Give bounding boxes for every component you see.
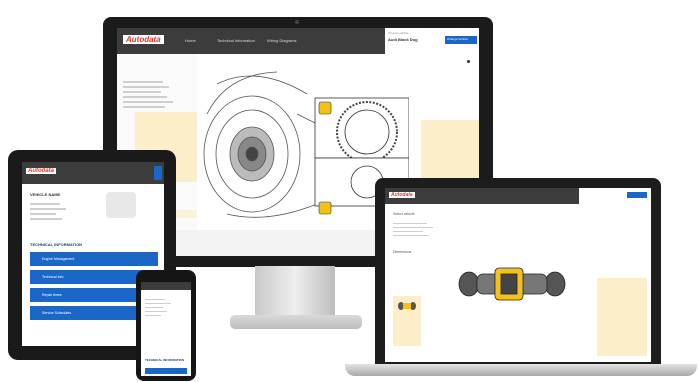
sidebar-item[interactable]: [123, 106, 165, 108]
laptop-screen: Autodata Select vehicle Dimensions: [385, 188, 651, 362]
tablet-info-line: [30, 213, 56, 215]
tablet-info-line: [30, 208, 66, 210]
menu-item-label: Technical Info: [42, 275, 64, 279]
desktop-topbar: Autodata Home Technical Information Wiri…: [117, 28, 479, 54]
menu-item-label: Repair times: [42, 293, 62, 297]
tablet-topbar: Autodata: [22, 162, 164, 184]
laptop-info-line: [393, 231, 423, 232]
laptop-info-line: [393, 227, 433, 228]
tablet-logo[interactable]: Autodata: [26, 168, 56, 174]
phone-screen: TECHNICAL INFORMATION: [141, 282, 191, 376]
desktop-vehicle-box: Choose vehicle Audi Black Dog Change Veh…: [385, 28, 479, 54]
tablet-section-title: TECHNICAL INFORMATION: [30, 242, 83, 247]
tablet-vehicle-title: VEHICLE NAME: [30, 192, 61, 197]
laptop-info-line: [393, 223, 427, 224]
laptop-change-button[interactable]: [627, 192, 647, 198]
vehicle-label: Choose vehicle: [388, 31, 409, 35]
laptop-base: [345, 364, 697, 376]
phone: TECHNICAL INFORMATION: [136, 270, 196, 381]
phone-info-line: [145, 311, 167, 312]
laptop-panel-title: Select vehicle: [393, 212, 415, 216]
sidebar-item[interactable]: [123, 86, 169, 88]
motorcycle-diagram: [458, 267, 566, 301]
tablet-info-line: [30, 203, 60, 205]
desktop-tab-wiring[interactable]: Wiring Diagrams: [267, 38, 297, 43]
menu-item-label: Engine Management: [42, 257, 75, 261]
laptop-vehicle-box: [579, 188, 651, 204]
phone-info-line: [145, 307, 163, 308]
warning-badge: [318, 201, 332, 215]
laptop-section: Dimensions: [393, 250, 412, 254]
desktop-logo[interactable]: Autodata: [123, 35, 164, 44]
laptop-topbar: Autodata: [385, 188, 651, 204]
menu-item-label: Service Schedules: [42, 311, 71, 315]
laptop: Autodata Select vehicle Dimensions: [375, 178, 661, 366]
desktop-tab-technical[interactable]: Technical Information: [217, 38, 255, 43]
sidebar-item[interactable]: [123, 81, 163, 83]
tablet-vehicle-image: [106, 192, 136, 218]
camera-dot: [295, 20, 299, 24]
tablet-menu-button[interactable]: [154, 166, 162, 180]
small-thumbnail: [398, 302, 416, 310]
monitor-neck: [255, 266, 335, 318]
phone-topbar: [141, 282, 191, 290]
more-icon[interactable]: [467, 60, 470, 63]
laptop-info-line: [393, 235, 429, 236]
phone-info-line: [145, 303, 171, 304]
laptop-right-panel: [597, 278, 647, 356]
change-vehicle-button[interactable]: Change Vehicle: [445, 36, 477, 44]
warning-badge: [318, 101, 332, 115]
vehicle-name: Audi Black Dog: [388, 37, 418, 42]
laptop-logo[interactable]: Autodata: [389, 192, 415, 198]
tablet-info-line: [30, 218, 62, 220]
phone-menu-item[interactable]: [145, 368, 187, 374]
sidebar-item[interactable]: [123, 96, 167, 98]
phone-section-title: TECHNICAL INFORMATION: [145, 358, 185, 362]
sidebar-item[interactable]: [123, 101, 173, 103]
sidebar-item[interactable]: [123, 91, 161, 93]
monitor-base: [230, 315, 362, 329]
phone-info-line: [145, 315, 161, 316]
phone-info-line: [145, 299, 165, 300]
desktop-tab-home[interactable]: Home: [185, 38, 196, 43]
tablet-menu-item[interactable]: Engine Management: [30, 252, 158, 266]
